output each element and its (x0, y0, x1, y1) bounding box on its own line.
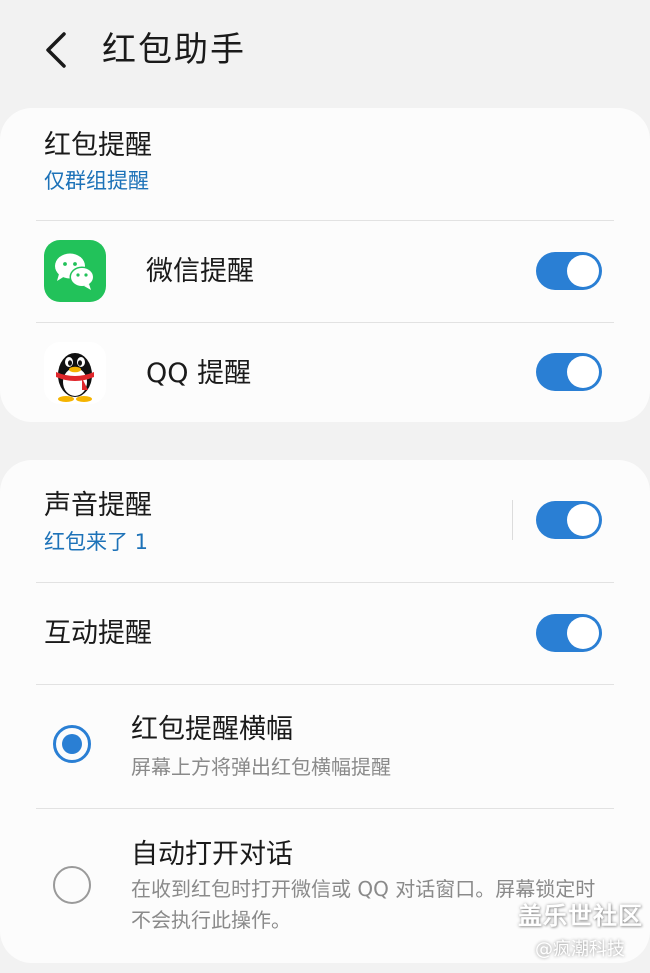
watermark-brand: 盖乐世社区 (518, 902, 643, 930)
auto-open-option-title: 自动打开对话 (131, 839, 293, 870)
wechat-reminder-label: 微信提醒 (146, 256, 254, 287)
screen: 红包助手 红包提醒 仅群组提醒 微信提醒 QQ 提醒 声音提醒 红包来了 1 互… (0, 0, 650, 973)
banner-option-desc: 屏幕上方将弹出红包横幅提醒 (131, 755, 391, 779)
banner-radio[interactable] (53, 725, 91, 763)
wechat-icon (44, 240, 106, 302)
divider (36, 808, 614, 809)
toggle-knob (567, 504, 599, 536)
app-bar: 红包助手 (0, 0, 650, 100)
divider (36, 220, 614, 221)
red-packet-reminder-card: 红包提醒 仅群组提醒 微信提醒 QQ 提醒 (0, 108, 650, 422)
toggle-knob (567, 255, 599, 287)
sound-reminder-subtitle: 红包来了 1 (44, 530, 149, 554)
interactive-reminder-title: 互动提醒 (44, 618, 152, 649)
chevron-left-icon (46, 32, 66, 68)
qq-icon (44, 342, 106, 404)
qq-reminder-label: QQ 提醒 (146, 358, 252, 389)
section-subtitle: 仅群组提醒 (44, 169, 149, 193)
toggle-knob (567, 617, 599, 649)
vertical-divider (512, 500, 513, 540)
back-button[interactable] (34, 28, 78, 72)
divider (36, 322, 614, 323)
section-title: 红包提醒 (44, 130, 152, 161)
divider (36, 582, 614, 583)
radio-dot (62, 734, 82, 754)
wechat-reminder-toggle[interactable] (536, 252, 602, 290)
watermark-author: @疯潮科技 (535, 939, 625, 960)
divider (36, 684, 614, 685)
sound-reminder-title: 声音提醒 (44, 490, 152, 521)
banner-option-title: 红包提醒横幅 (131, 714, 293, 745)
qq-reminder-toggle[interactable] (536, 353, 602, 391)
notification-settings-card: 声音提醒 红包来了 1 互动提醒 红包提醒横幅 屏幕上方将弹出红包横幅提醒 自动… (0, 460, 650, 963)
sound-reminder-toggle[interactable] (536, 501, 602, 539)
toggle-knob (567, 356, 599, 388)
auto-open-radio[interactable] (53, 866, 91, 904)
interactive-reminder-toggle[interactable] (536, 614, 602, 652)
page-title: 红包助手 (102, 30, 246, 70)
